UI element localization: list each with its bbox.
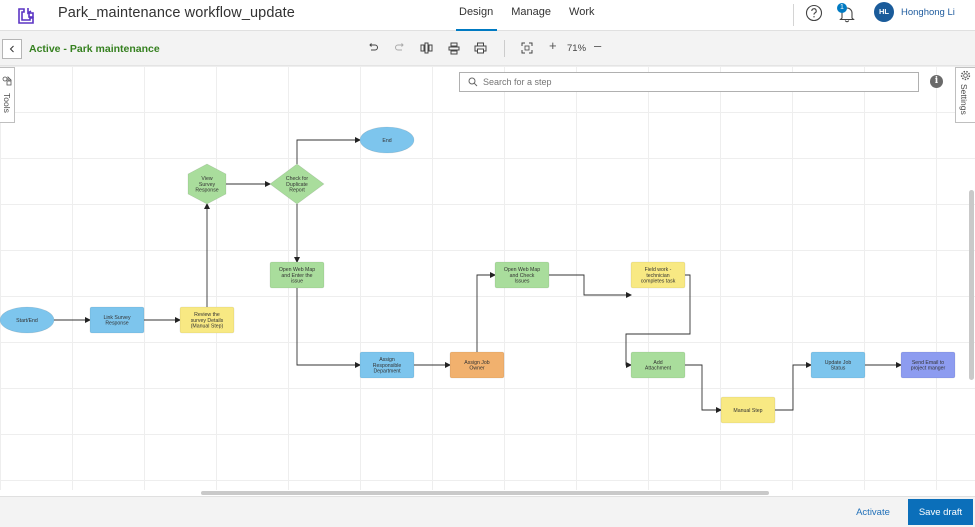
step-assignjob[interactable]: Assign JobOwner [449, 351, 505, 379]
workflow-app-logo-icon[interactable] [16, 5, 36, 25]
align-vertical-icon [448, 42, 460, 54]
zoom-level: 71% [567, 43, 587, 54]
step-attach[interactable]: AddAttachment [630, 351, 686, 379]
connector-openweb1-to-assignresp[interactable] [296, 288, 361, 368]
workflow-name: Active - Park maintenance [29, 43, 160, 55]
step-manual-label: Manual Step [733, 408, 762, 414]
step-openweb2[interactable]: Open Web Mapand CheckIssues [494, 261, 550, 289]
step-link[interactable]: Link SurveyResponse [89, 306, 145, 334]
fit-to-screen-icon [521, 42, 533, 54]
undo-button[interactable] [366, 41, 380, 55]
avatar[interactable]: HL [874, 2, 894, 22]
step-openweb1[interactable]: Open Web Mapand Enter theissue [269, 261, 325, 289]
search-icon [468, 77, 478, 87]
tools-tab-label: Tools [2, 93, 12, 113]
back-button[interactable] [2, 39, 22, 59]
step-fieldwork-label: completes task [641, 278, 676, 284]
header-divider [793, 4, 794, 26]
tab-design[interactable]: Design [450, 0, 502, 31]
step-assignjob-label: Owner [469, 366, 485, 372]
designer-toolbar: Active - Park maintenance + 71% – [0, 31, 975, 66]
save-draft-button[interactable]: Save draft [908, 499, 973, 525]
redo-icon [395, 43, 404, 51]
step-openweb2-label: Issues [515, 278, 530, 284]
step-review[interactable]: Review thesurvey Details(Manual Step) [179, 306, 235, 334]
redo-button[interactable] [393, 41, 407, 55]
activate-button[interactable]: Activate [848, 505, 898, 519]
fit-to-screen-button[interactable] [520, 41, 534, 55]
step-view-label: Response [195, 187, 218, 193]
step-attach-label: Attachment [645, 366, 672, 372]
step-end[interactable]: End [359, 126, 415, 154]
step-openweb1-label: issue [291, 278, 303, 284]
zoom-in-button[interactable]: + [549, 38, 557, 53]
step-check[interactable]: Check forDuplicateReport [269, 163, 325, 205]
connector-manual-to-update[interactable] [775, 362, 812, 411]
step-search-input[interactable] [483, 73, 913, 91]
step-start-label: Start/End [16, 318, 38, 324]
info-icon[interactable]: i [930, 75, 943, 88]
connector-openweb2-to-fieldwork[interactable] [549, 274, 632, 298]
step-email[interactable]: Send Email toproject manger [900, 351, 956, 379]
undo-icon [369, 43, 378, 51]
step-link-label: Response [105, 321, 128, 327]
gear-icon [960, 70, 971, 81]
horizontal-scrollbar[interactable] [201, 491, 769, 495]
workflow-diagram: Start/End Link SurveyResponse Review thesu… [0, 126, 956, 424]
step-update[interactable]: Update JobStatus [810, 351, 866, 379]
zoom-out-button[interactable]: – [594, 38, 601, 53]
chevron-left-icon [9, 45, 14, 53]
step-update-label: Status [831, 366, 846, 372]
step-end-label: End [382, 138, 391, 144]
step-assignresp[interactable]: AssignResponsibleDepartment [359, 351, 415, 379]
tab-work[interactable]: Work [560, 0, 603, 31]
tab-manage[interactable]: Manage [502, 0, 560, 31]
align-vertical-button[interactable] [447, 41, 461, 55]
tools-icon [2, 76, 12, 86]
connector-check-to-end[interactable] [296, 137, 361, 164]
connector-attach-to-manual[interactable] [685, 364, 722, 413]
print-icon [474, 42, 486, 54]
help-icon[interactable] [805, 4, 823, 22]
print-button[interactable] [473, 41, 487, 55]
step-check-label: Report [289, 187, 305, 193]
settings-tab-label: Settings [959, 84, 969, 115]
user-name[interactable]: Honghong Li [901, 7, 955, 18]
workflow-canvas[interactable]: Start/End Link Survey Response Review the su… [0, 66, 975, 490]
step-start[interactable]: Start/End [0, 306, 55, 334]
step-fieldwork[interactable]: Field work -techniciancompletes task [630, 261, 686, 289]
connector-assignjob-to-openweb2[interactable] [476, 272, 496, 352]
designer-footer [0, 496, 975, 527]
app-title: Park_maintenance workflow_update [58, 5, 295, 21]
step-assignresp-label: Department [373, 368, 401, 374]
step-view[interactable]: ViewSurveyResponse [187, 163, 227, 205]
step-email-label: project manger [911, 366, 946, 372]
app-header: Park_maintenance workflow_update Design … [0, 0, 975, 31]
align-horizontal-icon [420, 42, 432, 54]
main-nav: Design Manage Work [450, 0, 603, 31]
vertical-scrollbar[interactable] [969, 190, 974, 380]
align-horizontal-button[interactable] [419, 41, 433, 55]
toolbar-separator [504, 40, 505, 57]
step-manual[interactable]: Manual Step [720, 396, 776, 424]
step-review-label: (Manual Step) [191, 323, 224, 329]
connector-fieldwork-to-attach[interactable] [625, 274, 691, 368]
notification-badge: 1 [837, 3, 847, 13]
